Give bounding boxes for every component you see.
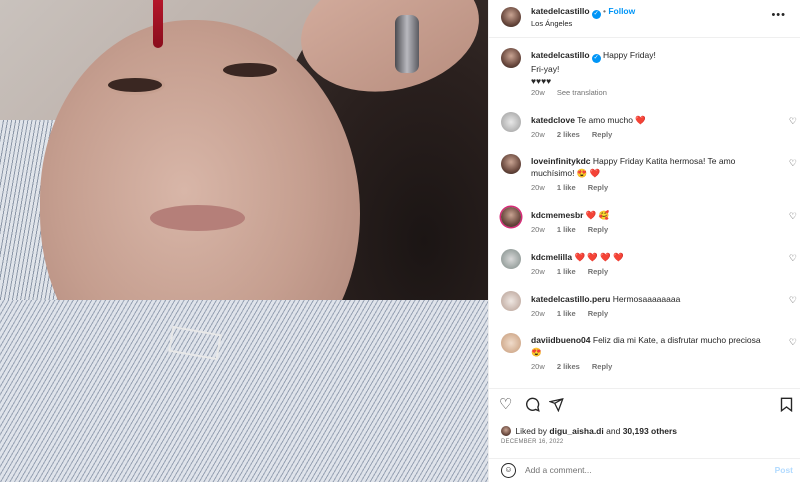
save-bookmark-icon[interactable]	[780, 397, 793, 416]
liked-user[interactable]: digu_aisha.di	[549, 426, 603, 436]
verified-icon: ✓	[591, 10, 601, 19]
comment-avatar[interactable]	[501, 333, 521, 353]
post-actions: ♡ Liked by digu_aisha.di and 30,193 othe…	[489, 388, 800, 446]
liked-and: and	[606, 426, 621, 436]
photo-ring	[395, 15, 419, 73]
caption-line-3: ♥♥♥♥	[531, 76, 552, 86]
like-heart-icon[interactable]: ♡	[499, 397, 512, 413]
see-translation-button[interactable]: See translation	[557, 88, 607, 97]
more-horizontal-icon[interactable]: •••	[771, 9, 786, 21]
comment-meta: 20w 2 likes Reply	[531, 362, 622, 371]
comment-username[interactable]: loveinfinitykdc	[531, 156, 591, 166]
caption-username[interactable]: katedelcastillo	[531, 50, 590, 60]
like-comment-heart-icon[interactable]: ♡	[789, 158, 797, 169]
post-header: katedelcastillo ✓ • Follow Los Ángeles ••…	[489, 0, 800, 38]
photo-lips	[150, 205, 245, 231]
like-comment-heart-icon[interactable]: ♡	[789, 253, 797, 264]
caption-line-2: Fri-yay!	[531, 64, 560, 74]
comment-avatar[interactable]	[501, 207, 521, 227]
comment-body: Hermosaaaaaaaa	[612, 294, 681, 304]
caption-avatar[interactable]	[501, 48, 521, 68]
post-date[interactable]: DECEMBER 16, 2022	[501, 439, 563, 445]
reply-button[interactable]: Reply	[588, 183, 608, 192]
comment-body: ❤️ ❤️ ❤️ ❤️	[574, 252, 624, 262]
photo-eye-left	[105, 75, 165, 95]
comment-bubble-icon[interactable]	[525, 397, 540, 416]
caption-line-1: Happy Friday!	[602, 50, 656, 60]
caption-meta: 20w See translation	[531, 88, 617, 97]
reply-button[interactable]: Reply	[592, 130, 612, 139]
comment-body: Te amo mucho ❤️	[577, 115, 646, 125]
post-comment-button[interactable]: Post	[775, 465, 793, 475]
post-photo[interactable]	[0, 0, 488, 482]
reply-button[interactable]: Reply	[588, 267, 608, 276]
comment-likes[interactable]: 1 like	[557, 225, 576, 234]
comment-text: daviidbueno04 Feliz dia mi Kate, a disfr…	[531, 334, 771, 358]
comment-meta: 20w 2 likes Reply	[531, 130, 622, 139]
comment-likes[interactable]: 1 like	[557, 267, 576, 276]
caption-text: katedelcastillo ✓ Happy Friday! Fri-yay! …	[531, 49, 771, 87]
photo-shirt	[0, 300, 488, 482]
comment-time[interactable]: 20w	[531, 183, 545, 192]
comment-username[interactable]: kdcmelilla	[531, 252, 572, 262]
comment-text: loveinfinitykdc Happy Friday Katita herm…	[531, 155, 771, 179]
comment-username[interactable]: katedclove	[531, 115, 575, 125]
comment-text: kdcmemesbr ❤️ 🥰	[531, 209, 771, 221]
photo-bindi	[153, 0, 163, 48]
comment-avatar[interactable]	[501, 249, 521, 269]
author-line: katedelcastillo ✓ • Follow	[531, 6, 635, 19]
comment-username[interactable]: kdcmemesbr	[531, 210, 583, 220]
verified-icon: ✓	[591, 54, 601, 63]
caption-time[interactable]: 20w	[531, 88, 545, 97]
comment-meta: 20w 1 like Reply	[531, 225, 618, 234]
add-comment-input[interactable]: Add a comment...	[525, 465, 592, 475]
comment-time[interactable]: 20w	[531, 225, 545, 234]
comment-text: kdcmelilla ❤️ ❤️ ❤️ ❤️	[531, 251, 771, 263]
post-side-panel: katedelcastillo ✓ • Follow Los Ángeles ••…	[488, 0, 800, 482]
comment-time[interactable]: 20w	[531, 362, 545, 371]
liked-by-avatar	[501, 426, 511, 436]
comment-meta: 20w 1 like Reply	[531, 267, 618, 276]
separator-dot: •	[602, 6, 606, 16]
comment-avatar[interactable]	[501, 112, 521, 132]
reply-button[interactable]: Reply	[588, 225, 608, 234]
like-comment-heart-icon[interactable]: ♡	[789, 116, 797, 127]
comment-username[interactable]: katedelcastillo.peru	[531, 294, 610, 304]
comment-text: katedclove Te amo mucho ❤️	[531, 114, 771, 126]
liked-others[interactable]: 30,193 others	[623, 426, 677, 436]
author-username[interactable]: katedelcastillo	[531, 6, 590, 16]
share-paper-plane-icon[interactable]	[548, 397, 564, 416]
post-location[interactable]: Los Ángeles	[531, 19, 572, 28]
comment-text: katedelcastillo.peru Hermosaaaaaaaa	[531, 293, 771, 305]
comment-meta: 20w 1 like Reply	[531, 183, 618, 192]
comment-avatar[interactable]	[501, 291, 521, 311]
comment-body: ❤️ 🥰	[585, 210, 610, 220]
comment-likes[interactable]: 2 likes	[557, 130, 580, 139]
comment-time[interactable]: 20w	[531, 309, 545, 318]
comment-avatar[interactable]	[501, 154, 521, 174]
author-avatar[interactable]	[501, 7, 521, 27]
follow-button[interactable]: Follow	[608, 6, 635, 16]
comment-time[interactable]: 20w	[531, 267, 545, 276]
comment-likes[interactable]: 2 likes	[557, 362, 580, 371]
comment-likes[interactable]: 1 like	[557, 309, 576, 318]
photo-eye-right	[220, 60, 280, 80]
comment-likes[interactable]: 1 like	[557, 183, 576, 192]
reply-button[interactable]: Reply	[588, 309, 608, 318]
comment-time[interactable]: 20w	[531, 130, 545, 139]
comments-list[interactable]: katedelcastillo ✓ Happy Friday! Fri-yay! …	[489, 38, 800, 388]
like-comment-heart-icon[interactable]: ♡	[789, 295, 797, 306]
reply-button[interactable]: Reply	[592, 362, 612, 371]
comment-username[interactable]: daviidbueno04	[531, 335, 591, 345]
liked-prefix: Liked by	[515, 426, 548, 436]
like-comment-heart-icon[interactable]: ♡	[789, 211, 797, 222]
add-comment-bar: ☺ Add a comment... Post	[489, 458, 800, 482]
likes-summary: Liked by digu_aisha.di and 30,193 others	[501, 426, 677, 436]
like-comment-heart-icon[interactable]: ♡	[789, 337, 797, 348]
comment-meta: 20w 1 like Reply	[531, 309, 618, 318]
emoji-icon[interactable]: ☺	[501, 463, 516, 478]
